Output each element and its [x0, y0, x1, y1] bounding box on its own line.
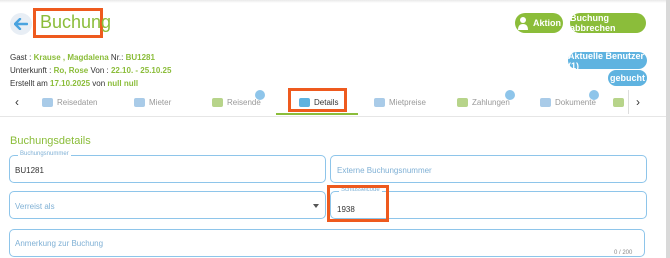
count-badge: [255, 90, 265, 100]
booking-window: Buchung Aktion Buchung abbrechen Aktuell…: [0, 0, 670, 258]
tab-label: Mieter: [149, 97, 172, 107]
top-shadow: [0, 0, 670, 3]
active-tab-indicator: [276, 113, 358, 115]
window-edge: [666, 0, 670, 258]
current-users-button[interactable]: Aktuelle Benutzer (1): [568, 51, 647, 71]
chevron-down-icon: [313, 204, 319, 208]
person-icon: [134, 97, 145, 107]
field-placeholder: Anmerkung zur Buchung: [15, 239, 104, 248]
payment-icon: [457, 97, 468, 107]
page-title: Buchung: [40, 12, 112, 32]
accommodation-name[interactable]: Ro, Rose: [54, 66, 89, 75]
person-icon: [518, 17, 528, 30]
booking-number-field[interactable]: Buchungsnummer BU1281: [9, 151, 326, 183]
tab-label: Dokumente: [555, 97, 596, 107]
tab-reisedaten[interactable]: Reisedaten: [42, 89, 97, 115]
tab-separator: [628, 90, 629, 114]
tab-label: Zahlungen: [472, 97, 510, 107]
back-button[interactable]: [10, 13, 32, 35]
tab-label: Reisende: [227, 97, 261, 107]
external-booking-number-field[interactable]: Externe Buchungsnummer: [330, 155, 647, 183]
tab-mietpreise[interactable]: Mietpreise: [374, 89, 426, 115]
cancel-booking-button[interactable]: Buchung abbrechen: [570, 13, 646, 33]
tab-more[interactable]: [613, 89, 628, 115]
accommodation-info: Unterkunft : Ro, Rose Von : 22.10. - 25.…: [10, 66, 172, 75]
calendar-icon: [42, 97, 53, 107]
section-title: Buchungsdetails: [10, 135, 91, 147]
guest-name[interactable]: Krause , Magdalena: [34, 53, 109, 62]
character-counter: 0 / 200: [614, 250, 633, 256]
created-by: null null: [107, 79, 139, 88]
booking-number: BU1281: [125, 53, 155, 62]
field-value: BU1281: [15, 166, 44, 175]
tab-mieter[interactable]: Mieter: [134, 89, 171, 115]
chat-icon: [613, 97, 624, 107]
aktion-button[interactable]: Aktion: [515, 13, 563, 33]
tab-reisende[interactable]: Reisende: [212, 89, 265, 115]
details-tab-highlight: [288, 88, 347, 112]
field-label: Buchungsnummer: [18, 151, 71, 157]
count-badge: [589, 90, 599, 100]
tabs-next-arrow[interactable]: ›: [636, 96, 640, 108]
arrow-left-icon: [14, 18, 28, 30]
booking-note-field[interactable]: Anmerkung zur Buchung: [9, 229, 645, 257]
guest-info: Gast : Krause , Magdalena Nr.: BU1281: [10, 53, 155, 62]
count-badge: [505, 90, 515, 100]
stay-dates: 22.10. - 25.10.25: [110, 66, 172, 75]
field-placeholder: Verreist als: [15, 202, 55, 211]
status-badge[interactable]: gebucht: [608, 70, 647, 86]
tab-zahlungen[interactable]: Zahlungen: [457, 89, 515, 115]
people-icon: [212, 97, 223, 107]
created-info: Erstellt am 17.10.2025 von null null: [10, 79, 139, 88]
divider: [0, 116, 666, 117]
tab-label: Mietpreise: [389, 97, 426, 107]
travel-type-select[interactable]: Verreist als: [9, 191, 326, 219]
tab-dokumente[interactable]: Dokumente: [540, 89, 599, 115]
aktion-label: Aktion: [533, 18, 561, 28]
key-code-highlight: [327, 185, 389, 222]
created-date: 17.10.2025: [50, 79, 91, 88]
field-placeholder: Externe Buchungsnummer: [337, 166, 432, 175]
price-icon: [374, 97, 385, 107]
tab-label: Reisedaten: [57, 97, 98, 107]
document-icon: [540, 97, 551, 107]
